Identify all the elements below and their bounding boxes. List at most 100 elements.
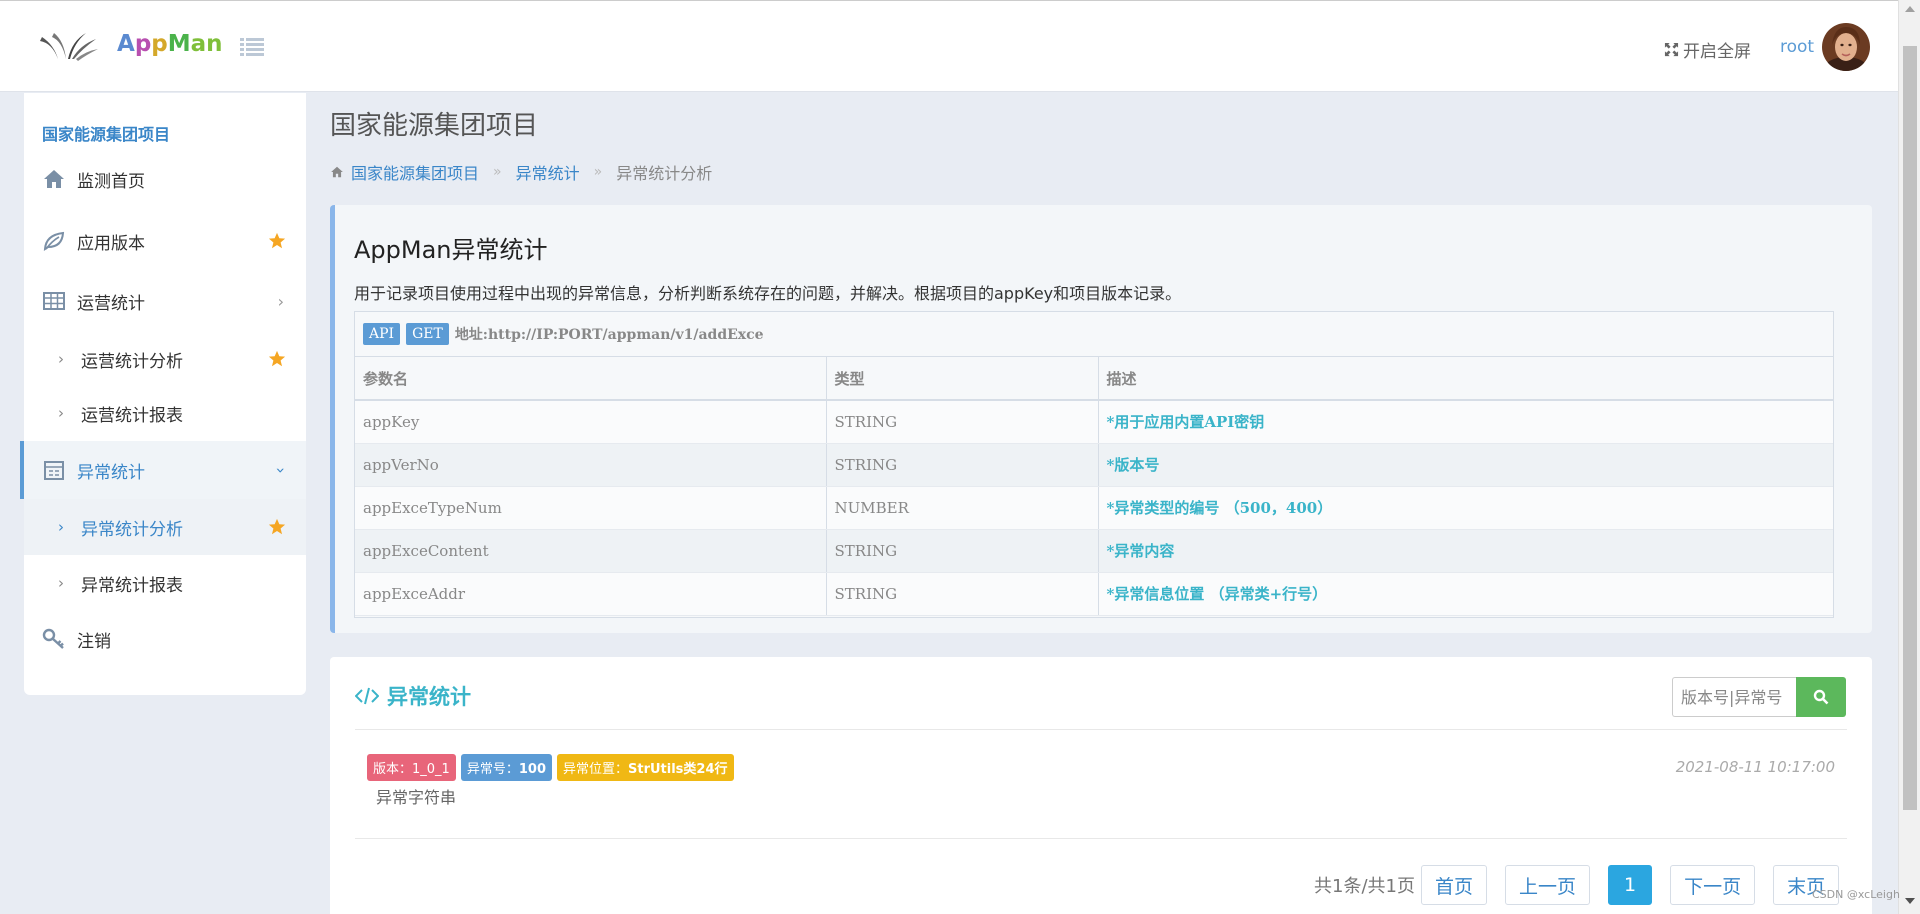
exception-list-panel: 异常统计 版本：1_0_1 异常号：100 异常位置：StrUtils类24行 … (330, 657, 1872, 914)
record-content: 异常字符串 (376, 788, 457, 807)
pagination: 共1条/共1页 首页 上一页 1 下一页 末页 (1314, 865, 1857, 905)
record-timestamp: 2021-08-11 10:17:00 (1675, 758, 1835, 776)
chevron-right-icon: › (58, 574, 64, 592)
star-icon[interactable] (268, 232, 286, 250)
home-icon (331, 166, 343, 178)
divider (355, 729, 1847, 730)
sidebar-item-label: 应用版本 (77, 233, 145, 254)
table-icon (43, 292, 65, 310)
sidebar-subitem-ops-analysis[interactable]: › 运营统计分析 (24, 331, 306, 387)
table-row: appExceTypeNum NUMBER *异常类型的编号 （500，400） (355, 486, 1833, 530)
sidebar-item-label: 运营统计 (77, 293, 145, 314)
api-spec-box: API GET 地址:http://IP:PORT/appman/v1/addE… (354, 311, 1834, 618)
app-logo-text: AppMan (117, 31, 223, 57)
menu-toggle-icon[interactable] (240, 37, 264, 57)
sidebar-subitem-exception-report[interactable]: › 异常统计报表 (24, 555, 306, 611)
breadcrumb-current: 异常统计分析 (616, 164, 713, 183)
table-row: appKey STRING *用于应用内置API密钥 (355, 400, 1833, 444)
table-row: appExceContent STRING *异常内容 (355, 529, 1833, 573)
chevron-right-icon: › (58, 350, 64, 368)
sidebar: 国家能源集团项目 监测首页 应用版本 运营统计 › › 运营统计分析 › 运营统… (20, 93, 306, 695)
sidebar-item-label: 异常统计 (77, 462, 145, 483)
list-title-text: 异常统计 (387, 685, 471, 709)
api-info-panel: AppMan异常统计 用于记录项目使用过程中出现的异常信息，分析判断系统存在的问… (330, 205, 1872, 633)
key-icon (42, 628, 64, 649)
watermark: CSDN @xcLeigh (1812, 888, 1900, 901)
sidebar-item-home[interactable]: 监测首页 (24, 151, 306, 207)
version-badge: 版本：1_0_1 (367, 754, 456, 781)
scroll-thumb[interactable] (1903, 46, 1917, 810)
params-table: 参数名 类型 描述 appKey STRING *用于应用内置API密钥 app… (355, 357, 1833, 616)
search-group (1672, 677, 1846, 717)
scroll-up-arrow-icon[interactable] (1905, 6, 1915, 12)
username-link[interactable]: root (1780, 37, 1814, 57)
next-page-button[interactable]: 下一页 (1670, 865, 1756, 905)
column-header: 类型 (826, 357, 1099, 401)
sidebar-item-app-version[interactable]: 应用版本 (24, 213, 306, 269)
home-icon (44, 170, 64, 188)
sidebar-project-title: 国家能源集团项目 (42, 125, 171, 144)
chevron-right-icon: › (58, 404, 64, 422)
record-badges: 版本：1_0_1 异常号：100 异常位置：StrUtils类24行 (367, 754, 734, 781)
pagination-info: 共1条/共1页 (1314, 876, 1415, 897)
sidebar-item-label: 注销 (77, 631, 111, 652)
code-icon (355, 687, 379, 705)
sidebar-subitem-exception-analysis[interactable]: › 异常统计分析 (24, 499, 306, 555)
star-icon[interactable] (268, 350, 286, 368)
breadcrumb-link-project[interactable]: 国家能源集团项目 (351, 160, 479, 184)
param-desc: *版本号 (1098, 443, 1833, 487)
param-desc: *异常类型的编号 （500，400） (1098, 486, 1833, 530)
api-url: 地址:http://IP:PORT/appman/v1/addExce (454, 327, 764, 343)
divider (355, 838, 1847, 839)
sidebar-item-exception-stats[interactable]: 异常统计 › (20, 441, 306, 499)
column-header: 描述 (1098, 357, 1833, 401)
info-description: 用于记录项目使用过程中出现的异常信息，分析判断系统存在的问题，并解决。根据项目的… (354, 284, 1182, 303)
code-badge: 异常号：100 (460, 754, 552, 781)
param-desc: *异常信息位置 （异常类+行号） (1098, 572, 1833, 616)
breadcrumb-link-exception[interactable]: 异常统计 (516, 160, 580, 184)
table-header-row: 参数名 类型 描述 (355, 357, 1833, 401)
param-type: STRING (826, 400, 1099, 444)
expand-icon (1664, 42, 1679, 57)
param-type: STRING (826, 443, 1099, 487)
page-scrollbar[interactable] (1898, 0, 1920, 914)
star-icon[interactable] (268, 518, 286, 536)
user-avatar[interactable] (1822, 23, 1870, 71)
sidebar-item-label: 监测首页 (77, 171, 145, 192)
sidebar-item-logout[interactable]: 注销 (24, 611, 306, 667)
table-row: appVerNo STRING *版本号 (355, 443, 1833, 487)
top-header: AppMan 开启全屏 root (0, 0, 1898, 92)
fullscreen-label: 开启全屏 (1683, 42, 1751, 62)
fullscreen-button[interactable]: 开启全屏 (1664, 37, 1751, 62)
param-name: appKey (355, 400, 827, 444)
sidebar-item-label: 运营统计分析 (81, 351, 183, 372)
page-title: 国家能源集团项目 (330, 111, 539, 141)
api-endpoint-bar: API GET 地址:http://IP:PORT/appman/v1/addE… (355, 312, 1833, 357)
sidebar-item-ops-stats[interactable]: 运营统计 › (24, 273, 306, 329)
current-page-button[interactable]: 1 (1608, 865, 1653, 905)
sidebar-subitem-ops-report[interactable]: › 运营统计报表 (24, 385, 306, 441)
search-input[interactable] (1672, 677, 1796, 717)
param-name: appExceAddr (355, 572, 827, 616)
first-page-button[interactable]: 首页 (1420, 865, 1487, 905)
method-tag: GET (406, 323, 449, 345)
scroll-down-arrow-icon[interactable] (1905, 898, 1915, 904)
breadcrumb-separator: » (593, 164, 603, 180)
sidebar-item-label: 异常统计分析 (81, 519, 183, 540)
api-tag: API (363, 323, 401, 345)
sidebar-item-label: 运营统计报表 (81, 405, 183, 426)
param-name: appVerNo (355, 443, 827, 487)
param-desc: *异常内容 (1098, 529, 1833, 573)
table-row: appExceAddr STRING *异常信息位置 （异常类+行号） (355, 572, 1833, 616)
search-icon (1813, 689, 1829, 705)
appman-logo-icon (40, 33, 98, 61)
param-type: STRING (826, 572, 1099, 616)
sidebar-item-label: 异常统计报表 (81, 575, 183, 596)
param-type: STRING (826, 529, 1099, 573)
breadcrumb: 国家能源集团项目 » 异常统计 » 异常统计分析 (330, 160, 712, 184)
search-button[interactable] (1796, 677, 1846, 717)
prev-page-button[interactable]: 上一页 (1504, 865, 1590, 905)
active-indicator (20, 441, 24, 499)
breadcrumb-separator: » (493, 164, 502, 180)
leaf-icon (43, 231, 65, 251)
